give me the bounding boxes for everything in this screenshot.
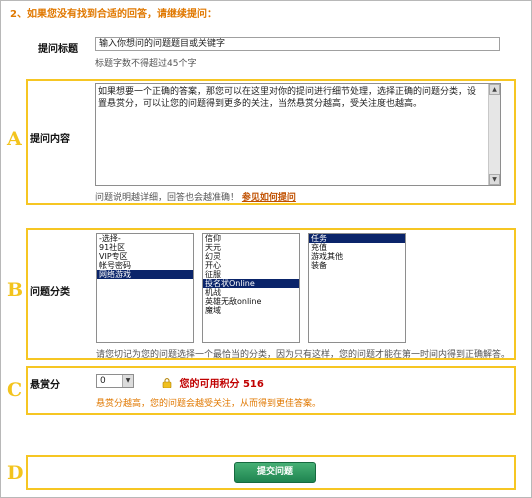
section-a-letter: A (7, 128, 22, 150)
list-item[interactable]: 充值 (309, 243, 405, 252)
how-to-ask-link[interactable]: 参见如何提问 (242, 193, 296, 203)
chevron-down-icon[interactable]: ▼ (122, 375, 133, 387)
list-item[interactable]: 装备 (309, 261, 405, 270)
available-points: 您的可用积分 516 (162, 375, 264, 390)
category-list-1[interactable]: -选择- 91社区 VIP专区 帐号密码 网络游戏 (96, 233, 194, 343)
section-b-letter: B (7, 279, 24, 301)
content-hint: 问题说明越详细，回答也会越准确！ 参见如何提问 (95, 190, 296, 203)
content-hint-text: 问题说明越详细，回答也会越准确！ (95, 193, 240, 203)
section-c-letter: C (7, 379, 23, 401)
list-item[interactable]: -选择- (97, 234, 193, 243)
content-line-2: 置悬赏分，可以让您的问题得到更多的关注，当然悬赏分越高，受关注度也越高。 (98, 99, 423, 109)
list-item[interactable]: 投名状Online (203, 279, 299, 288)
submit-button[interactable]: 提交问题 (234, 462, 316, 483)
list-item[interactable]: 游戏其他 (309, 252, 405, 261)
category-label: 问题分类 (30, 287, 70, 298)
list-item[interactable]: 英雄无敌online (203, 297, 299, 306)
list-item[interactable]: 魔域 (203, 306, 299, 315)
list-item[interactable]: 网络游戏 (97, 270, 193, 279)
title-hint: 标题字数不得超过45个字 (95, 59, 197, 69)
list-item[interactable]: 机战 (203, 288, 299, 297)
reward-hint: 悬赏分越高，您的问题会越受关注，从而得到更佳答案。 (96, 399, 322, 409)
arrow-down-icon[interactable]: ▼ (489, 174, 500, 185)
list-item[interactable]: 帐号密码 (97, 261, 193, 270)
list-item[interactable]: 开心 (203, 261, 299, 270)
arrow-up-icon[interactable]: ▲ (489, 84, 500, 95)
content-line-1: 如果想要一个正确的答案，那您可以在这里对你的提问进行细节处理，选择正确的问题分类… (98, 87, 477, 97)
list-item[interactable]: VIP专区 (97, 252, 193, 261)
reward-select-value: 0 (100, 376, 106, 386)
category-hint: 请您切记为您的问题选择一个最恰当的分类，因为只有这样，您的问题才能在第一时间内得… (96, 350, 511, 360)
content-label: 提问内容 (30, 134, 70, 145)
content-textarea[interactable]: 如果想要一个正确的答案，那您可以在这里对你的提问进行细节处理，选择正确的问题分类… (95, 83, 501, 186)
category-list-3[interactable]: 任务 充值 游戏其他 装备 (308, 233, 406, 343)
list-item[interactable]: 征服 (203, 270, 299, 279)
points-value: 516 (242, 379, 264, 390)
list-item[interactable]: 幻灵 (203, 252, 299, 261)
list-item[interactable]: 信仰 (203, 234, 299, 243)
title-label: 提问标题 (38, 44, 78, 55)
points-label: 您的可用积分 (179, 379, 240, 390)
content-scrollbar[interactable]: ▲ ▼ (488, 84, 500, 185)
section-d-letter: D (7, 462, 24, 484)
list-item[interactable]: 天元 (203, 243, 299, 252)
page-heading: 2、如果您没有找到合适的回答，请继续提问： (10, 9, 217, 20)
list-item[interactable]: 91社区 (97, 243, 193, 252)
category-list-2[interactable]: 信仰 天元 幻灵 开心 征服 投名状Online 机战 英雄无敌online 魔域 (202, 233, 300, 343)
list-item[interactable]: 任务 (309, 234, 405, 243)
lock-icon (162, 378, 172, 388)
reward-label: 悬赏分 (30, 380, 60, 391)
content-text: 如果想要一个正确的答案，那您可以在这里对你的提问进行细节处理，选择正确的问题分类… (98, 86, 486, 110)
reward-select[interactable]: 0 ▼ (96, 374, 134, 388)
title-input[interactable]: 输入你想问的问题题目或关键字 (95, 37, 500, 51)
